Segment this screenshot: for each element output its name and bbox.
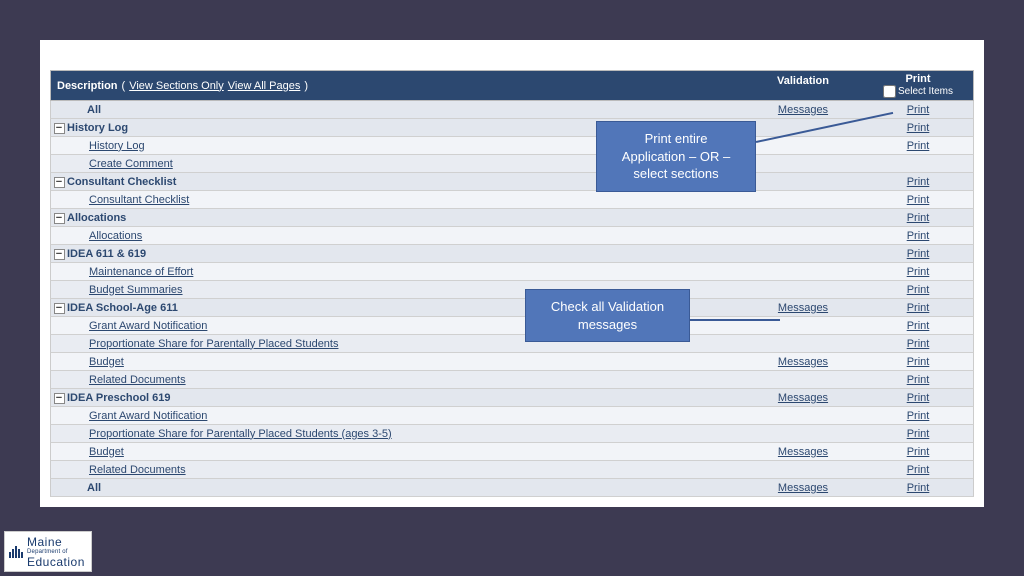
collapse-toggle-icon[interactable]: −	[54, 303, 65, 314]
print-link[interactable]: Print	[907, 212, 930, 224]
section-label: History Log	[67, 122, 128, 134]
section-label: Consultant Checklist	[67, 176, 176, 188]
print-link[interactable]: Print	[907, 140, 930, 152]
print-link[interactable]: Print	[907, 284, 930, 296]
table-row: Related Documents Print	[50, 461, 974, 479]
print-link[interactable]: Print	[907, 194, 930, 206]
table-row: History Log Print	[50, 137, 974, 155]
messages-link[interactable]: Messages	[778, 104, 828, 116]
collapse-toggle-icon[interactable]: −	[54, 249, 65, 260]
messages-link[interactable]: Messages	[778, 392, 828, 404]
table-row: −Consultant Checklist Print	[50, 173, 974, 191]
table-row: Maintenance of Effort Print	[50, 263, 974, 281]
collapse-toggle-icon[interactable]: −	[54, 177, 65, 188]
table-row: Proportionate Share for Parentally Place…	[50, 335, 974, 353]
section-label: IDEA School-Age 611	[67, 302, 178, 314]
collapse-toggle-icon[interactable]: −	[54, 123, 65, 134]
logo-bars-icon	[9, 546, 23, 558]
section-link[interactable]: Allocations	[89, 230, 142, 242]
section-link[interactable]: Proportionate Share for Parentally Place…	[89, 428, 392, 440]
collapse-toggle-icon[interactable]: −	[54, 213, 65, 224]
header-description: Description	[57, 80, 118, 92]
callout-validation: Check all Validation messages	[525, 289, 690, 342]
select-items-checkbox[interactable]	[883, 85, 896, 98]
table-row: Budget Messages Print	[50, 443, 974, 461]
table-row: −IDEA School-Age 611 Messages Print	[50, 299, 974, 317]
view-all-pages-link[interactable]: View All Pages	[228, 80, 301, 92]
table-row: −IDEA 611 & 619 Print	[50, 245, 974, 263]
print-link[interactable]: Print	[907, 446, 930, 458]
section-link[interactable]: Budget Summaries	[89, 284, 183, 296]
table-row: Proportionate Share for Parentally Place…	[50, 425, 974, 443]
section-link[interactable]: Create Comment	[89, 158, 173, 170]
table-row: Allocations Print	[50, 227, 974, 245]
print-link[interactable]: Print	[907, 248, 930, 260]
view-sections-only-link[interactable]: View Sections Only	[129, 80, 224, 92]
print-link[interactable]: Print	[907, 104, 930, 116]
section-link[interactable]: Related Documents	[89, 464, 186, 476]
section-link[interactable]: Proportionate Share for Parentally Place…	[89, 338, 338, 350]
section-link[interactable]: Consultant Checklist	[89, 194, 189, 206]
table-row: Create Comment	[50, 155, 974, 173]
collapse-toggle-icon[interactable]: −	[54, 393, 65, 404]
print-link[interactable]: Print	[907, 302, 930, 314]
messages-link[interactable]: Messages	[778, 302, 828, 314]
table-row: −Allocations Print	[50, 209, 974, 227]
app-panel: Description ( View Sections Only View Al…	[40, 40, 984, 507]
header-print: Print	[869, 73, 967, 85]
print-link[interactable]: Print	[907, 320, 930, 332]
print-link[interactable]: Print	[907, 482, 930, 494]
print-link[interactable]: Print	[907, 410, 930, 422]
section-link[interactable]: Budget	[89, 446, 124, 458]
print-link[interactable]: Print	[907, 230, 930, 242]
callout-print: Print entire Application – OR – select s…	[596, 121, 756, 192]
table-row: Budget Messages Print	[50, 353, 974, 371]
print-link[interactable]: Print	[907, 266, 930, 278]
section-link[interactable]: Maintenance of Effort	[89, 266, 193, 278]
table-row: Grant Award Notification Print	[50, 317, 974, 335]
section-label: All	[87, 104, 101, 116]
table-row: All Messages Print	[50, 101, 974, 119]
section-link[interactable]: Grant Award Notification	[89, 320, 207, 332]
table-header: Description ( View Sections Only View Al…	[50, 70, 974, 101]
table-row: Related Documents Print	[50, 371, 974, 389]
messages-link[interactable]: Messages	[778, 446, 828, 458]
header-validation: Validation	[743, 71, 863, 100]
table-row: Budget Summaries Print	[50, 281, 974, 299]
section-label: Allocations	[67, 212, 126, 224]
print-link[interactable]: Print	[907, 464, 930, 476]
print-link[interactable]: Print	[907, 122, 930, 134]
messages-link[interactable]: Messages	[778, 356, 828, 368]
select-items-label: Select Items	[898, 86, 953, 97]
messages-link[interactable]: Messages	[778, 482, 828, 494]
print-link[interactable]: Print	[907, 338, 930, 350]
section-label: IDEA Preschool 619	[67, 392, 171, 404]
print-link[interactable]: Print	[907, 374, 930, 386]
print-link[interactable]: Print	[907, 356, 930, 368]
rows-container: AllMessagesPrint−History LogPrintHistory…	[50, 101, 974, 497]
section-link[interactable]: Budget	[89, 356, 124, 368]
section-link[interactable]: Grant Award Notification	[89, 410, 207, 422]
section-label: All	[87, 482, 101, 494]
table-row: All Messages Print	[50, 479, 974, 497]
table-row: Consultant Checklist Print	[50, 191, 974, 209]
print-link[interactable]: Print	[907, 176, 930, 188]
section-label: IDEA 611 & 619	[67, 248, 146, 260]
section-link[interactable]: Related Documents	[89, 374, 186, 386]
table-row: −IDEA Preschool 619 Messages Print	[50, 389, 974, 407]
table-row: −History Log Print	[50, 119, 974, 137]
section-link[interactable]: History Log	[89, 140, 145, 152]
print-link[interactable]: Print	[907, 428, 930, 440]
table-row: Grant Award Notification Print	[50, 407, 974, 425]
print-link[interactable]: Print	[907, 392, 930, 404]
maine-doe-logo: Maine Department of Education	[4, 531, 92, 572]
callout-validation-connector	[690, 319, 780, 321]
